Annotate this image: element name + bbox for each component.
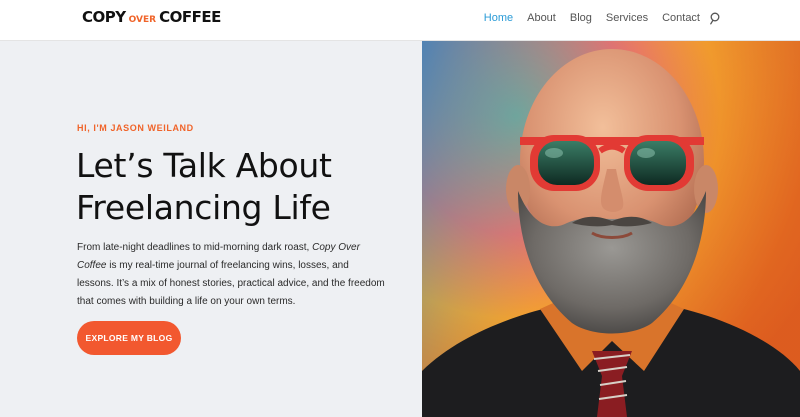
- hero-headline: Let’s Talk About Freelancing Life: [76, 145, 396, 229]
- hero-text-panel: HI, I'M JASON WEILAND Let’s Talk About F…: [0, 41, 422, 417]
- hero-eyebrow: HI, I'M JASON WEILAND: [77, 123, 194, 133]
- search-icon[interactable]: [710, 12, 722, 25]
- hero-portrait: [422, 41, 800, 417]
- site-header: COPY OVER COFFEE Home About Blog Service…: [0, 0, 800, 41]
- main-nav: Home About Blog Services Contact: [484, 12, 700, 24]
- logo-word-over: OVER: [128, 15, 157, 25]
- nav-item-about[interactable]: About: [527, 12, 556, 24]
- nav-item-services[interactable]: Services: [606, 12, 648, 24]
- portrait-image: [422, 41, 800, 417]
- explore-blog-button[interactable]: EXPLORE MY BLOG: [77, 321, 181, 355]
- nav-item-home[interactable]: Home: [484, 12, 513, 24]
- logo-word-copy: COPY: [82, 8, 126, 26]
- headline-line-2: Freelancing Life: [76, 188, 331, 227]
- intro-text-1: From late-night deadlines to mid-morning…: [77, 242, 313, 253]
- intro-text-2: is my real-time journal of freelancing w…: [77, 260, 385, 307]
- headline-line-1: Let’s Talk About: [76, 146, 332, 185]
- hero-intro: From late-night deadlines to mid-morning…: [77, 239, 387, 311]
- nav-item-contact[interactable]: Contact: [662, 12, 700, 24]
- nav-item-blog[interactable]: Blog: [570, 12, 592, 24]
- logo-word-coffee: COFFEE: [159, 8, 221, 26]
- site-logo[interactable]: COPY OVER COFFEE: [82, 8, 221, 26]
